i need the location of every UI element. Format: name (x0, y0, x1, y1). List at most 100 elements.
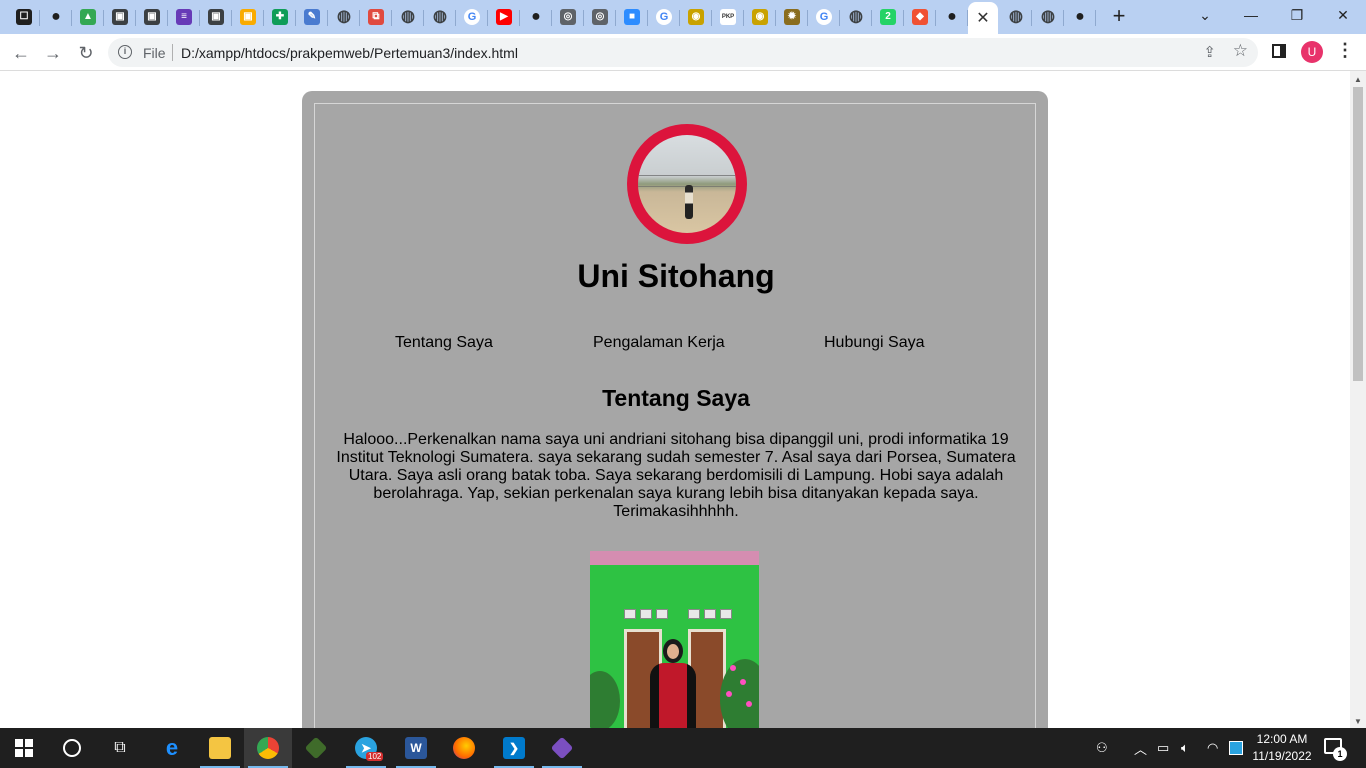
nav-link-hubungi-saya[interactable]: Hubungi Saya (824, 334, 925, 352)
taskbar-edge[interactable]: e (148, 728, 196, 768)
back-button[interactable]: ← (9, 41, 33, 65)
people-icon[interactable]: ⚇ (1096, 728, 1108, 768)
browser-tab[interactable]: ▣ (232, 2, 264, 32)
browser-tab[interactable]: ◆ (904, 2, 936, 32)
taskbar-vscode[interactable]: ❯ (490, 728, 538, 768)
browser-tab[interactable]: PKP (712, 2, 744, 32)
github-icon: ● (1075, 8, 1085, 25)
classroom-icon: ▣ (208, 9, 224, 25)
address-bar[interactable]: i File D:/xampp/htdocs/prakpemweb/Pertem… (108, 38, 1258, 67)
browser-tab[interactable]: ● (40, 2, 72, 32)
page-viewport: Uni Sitohang Tentang Saya Pengalaman Ker… (0, 71, 1350, 728)
browser-tab[interactable]: ◍ (328, 2, 360, 32)
windows-start-button[interactable] (0, 728, 48, 768)
site-info-icon[interactable]: i (118, 45, 132, 59)
scroll-up-icon[interactable]: ▲ (1354, 75, 1362, 84)
browser-tab[interactable]: ✚ (264, 2, 296, 32)
browser-tab[interactable]: ◍ (1032, 2, 1064, 32)
new-tab-button[interactable]: + (1108, 5, 1130, 27)
taskbar-chrome[interactable] (244, 728, 292, 768)
browser-tab[interactable]: ◉ (680, 2, 712, 32)
browser-tab[interactable]: ✎ (296, 2, 328, 32)
browser-tab[interactable]: ■ (616, 2, 648, 32)
profile-card: Uni Sitohang Tentang Saya Pengalaman Ker… (302, 91, 1048, 728)
clock-time: 12:00 AM (1256, 732, 1308, 746)
browser-tab[interactable]: ◎ (584, 2, 616, 32)
browser-tab[interactable]: G (648, 2, 680, 32)
taskbar-telegram[interactable]: ➤ 102 (342, 728, 390, 768)
taskbar-app[interactable] (292, 728, 340, 768)
browser-toolbar: ← → ↻ i File D:/xampp/htdocs/prakpemweb/… (0, 34, 1366, 71)
browser-tab[interactable]: ≡ (168, 2, 200, 32)
tab-search-icon: ☐ (16, 9, 32, 25)
taskbar-git[interactable] (538, 728, 586, 768)
forward-button[interactable]: → (41, 41, 65, 65)
browser-tab[interactable]: ▣ (104, 2, 136, 32)
university-icon: ◉ (688, 9, 704, 25)
page-scrollbar[interactable]: ▲ ▼ (1350, 71, 1366, 728)
notification-badge: 1 (1333, 747, 1347, 761)
browser-tab[interactable]: G (808, 2, 840, 32)
reload-button[interactable]: ↻ (74, 41, 98, 65)
browser-tab[interactable]: ● (936, 2, 968, 32)
url-text[interactable]: D:/xampp/htdocs/prakpemweb/Pertemuan3/in… (181, 45, 518, 61)
taskbar-file-explorer[interactable] (196, 728, 244, 768)
close-tab-icon[interactable]: ✕ (976, 8, 989, 28)
scrollbar-thumb[interactable] (1353, 87, 1363, 381)
bookmark-star-icon[interactable]: ☆ (1233, 41, 1248, 61)
globe-icon: ◍ (401, 8, 415, 25)
profile-picture (638, 135, 736, 233)
tab-search-chevron-icon[interactable]: ⌄ (1182, 0, 1228, 30)
browser-tab[interactable]: ◎ (552, 2, 584, 32)
browser-tab[interactable]: G (456, 2, 488, 32)
cortana-search-button[interactable] (48, 728, 96, 768)
github-icon: ● (531, 8, 541, 25)
browser-tab[interactable]: ▲ (72, 2, 104, 32)
browser-tab[interactable]: ▶ (488, 2, 520, 32)
browser-tab[interactable]: ◍ (424, 2, 456, 32)
language-icon[interactable] (1229, 728, 1243, 768)
restore-button[interactable]: ❐ (1274, 0, 1320, 30)
browser-tab[interactable]: ✹ (776, 2, 808, 32)
system-clock[interactable]: 12:00 AM 11/19/2022 (1247, 731, 1317, 765)
side-panel-icon[interactable] (1272, 44, 1286, 58)
profile-avatar[interactable]: U (1301, 41, 1323, 63)
browser-tab[interactable]: ● (520, 2, 552, 32)
wifi-icon[interactable]: ◠ (1207, 728, 1218, 768)
task-view-button[interactable]: ⧉ (96, 728, 144, 768)
about-photo (590, 551, 759, 728)
browser-tab[interactable]: ⧉ (360, 2, 392, 32)
browser-tab[interactable]: ☐ (8, 2, 40, 32)
google-icon: G (464, 9, 480, 25)
browser-tab[interactable]: ▣ (200, 2, 232, 32)
volume-icon[interactable]: 🔈︎ (1181, 728, 1189, 768)
browser-tab[interactable]: ● (1064, 2, 1096, 32)
share-icon[interactable]: ⇪ (1203, 43, 1216, 61)
browser-tab[interactable]: ▣ (136, 2, 168, 32)
app-icon (304, 736, 328, 760)
browser-tab[interactable]: ◍ (840, 2, 872, 32)
battery-icon[interactable]: ▭ (1157, 728, 1169, 768)
active-browser-tab[interactable]: ✕ (968, 2, 998, 34)
browser-tab[interactable]: ◉ (744, 2, 776, 32)
browser-menu-icon[interactable]: ⋮ (1336, 40, 1354, 61)
url-scheme-label: File (143, 45, 166, 61)
browser-tab[interactable]: 2 (872, 2, 904, 32)
section-title: Tentang Saya (602, 385, 750, 411)
taskbar-word[interactable]: W (392, 728, 440, 768)
scroll-down-icon[interactable]: ▼ (1354, 717, 1362, 726)
show-hidden-icons-icon[interactable]: ︿ (1134, 728, 1147, 768)
classroom-icon: ▣ (144, 9, 160, 25)
nav-link-tentang-saya[interactable]: Tentang Saya (395, 334, 493, 352)
github-icon: ● (51, 8, 61, 25)
browser-tab[interactable]: ◍ (1000, 2, 1032, 32)
cortana-search-icon (63, 739, 81, 757)
taskbar-firefox[interactable] (440, 728, 488, 768)
minimize-button[interactable]: — (1228, 0, 1274, 30)
whatsapp-icon: 2 (880, 9, 896, 25)
close-window-button[interactable]: ✕ (1320, 0, 1366, 30)
google-icon: G (656, 9, 672, 25)
browser-tab[interactable]: ◍ (392, 2, 424, 32)
google-drive-icon: ▲ (80, 9, 96, 25)
nav-link-pengalaman-kerja[interactable]: Pengalaman Kerja (593, 334, 725, 352)
